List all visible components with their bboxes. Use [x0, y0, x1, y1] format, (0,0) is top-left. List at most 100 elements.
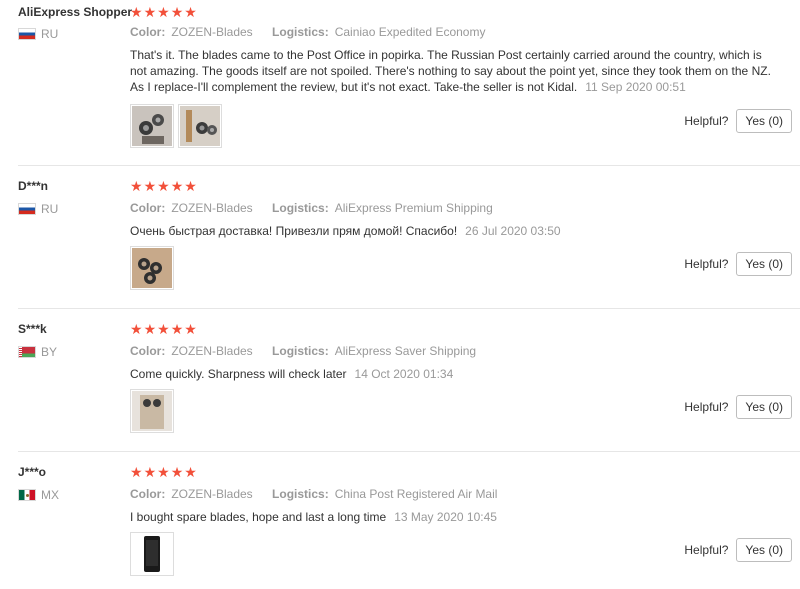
- star-icon: ★: [143, 4, 157, 20]
- review-photos: [130, 532, 174, 576]
- star-icon: ★: [170, 178, 184, 194]
- star-icon: ★: [184, 4, 197, 20]
- blades-photo-icon: [180, 106, 220, 146]
- logistics-value: China Post Registered Air Mail: [334, 487, 498, 501]
- star-icon: ★: [170, 4, 184, 20]
- logistics-key: Logistics:: [272, 201, 329, 215]
- logistics-value: Cainiao Expedited Economy: [334, 25, 486, 39]
- reviewer-name: AliExpress Shopper: [18, 5, 133, 19]
- review-photos: [130, 104, 222, 148]
- star-icon: ★: [157, 4, 170, 20]
- review-text: Очень быстрая доставка! Привезли прям до…: [130, 223, 775, 239]
- helpful-section: Helpful? Yes (0): [684, 109, 792, 133]
- reviewer-name: J***o: [18, 465, 47, 479]
- review-text: Come quickly. Sharpness will check later…: [130, 366, 775, 382]
- divider: [18, 451, 800, 452]
- review-photo-thumbnail[interactable]: [130, 389, 174, 433]
- color-value: ZOZEN-Blades: [171, 487, 253, 501]
- review-photo-thumbnail[interactable]: [130, 532, 174, 576]
- reviewer-name: S***k: [18, 322, 47, 336]
- reviewer-country: RU: [18, 27, 58, 41]
- star-icon: ★: [184, 321, 197, 337]
- star-icon: ★: [143, 321, 157, 337]
- star-rating: ★ ★ ★ ★ ★: [130, 465, 197, 479]
- helpful-label: Helpful?: [684, 400, 729, 414]
- reviewer-name: D***n: [18, 179, 49, 193]
- divider: [18, 165, 800, 166]
- helpful-yes-button[interactable]: Yes (0): [736, 395, 792, 419]
- review-body: I bought spare blades, hope and last a l…: [130, 510, 387, 524]
- review-attributes: Color: ZOZEN-Blades Logistics: China Post …: [130, 487, 513, 501]
- star-icon: ★: [184, 178, 197, 194]
- review-body: Come quickly. Sharpness will check later: [130, 367, 347, 381]
- country-code: BY: [41, 345, 58, 359]
- star-icon: ★: [130, 4, 143, 20]
- helpful-section: Helpful? Yes (0): [684, 252, 792, 276]
- country-code: RU: [41, 27, 59, 41]
- mexico-flag-icon: [18, 489, 36, 501]
- helpful-section: Helpful? Yes (0): [684, 538, 792, 562]
- review-photo-thumbnail[interactable]: [130, 104, 174, 148]
- review-time: 11 Sep 2020 00:51: [585, 80, 686, 94]
- star-icon: ★: [143, 464, 157, 480]
- country-code: RU: [41, 202, 59, 216]
- blades-photo-icon: [132, 248, 172, 288]
- helpful-section: Helpful? Yes (0): [684, 395, 792, 419]
- color-key: Color:: [130, 344, 166, 358]
- star-icon: ★: [130, 321, 143, 337]
- review-photo-thumbnail[interactable]: [130, 246, 174, 290]
- color-key: Color:: [130, 201, 166, 215]
- helpful-yes-button[interactable]: Yes (0): [736, 252, 792, 276]
- logistics-value: AliExpress Premium Shipping: [334, 201, 493, 215]
- review-time: 14 Oct 2020 01:34: [354, 367, 454, 381]
- color-value: ZOZEN-Blades: [171, 25, 253, 39]
- review-attributes: Color: ZOZEN-Blades Logistics: AliExpress …: [130, 201, 509, 215]
- star-icon: ★: [130, 178, 143, 194]
- review-photos: [130, 389, 174, 433]
- divider: [18, 308, 800, 309]
- reviewer-country: RU: [18, 202, 58, 216]
- reviewer-country: MX: [18, 488, 59, 502]
- color-key: Color:: [130, 487, 166, 501]
- review-time: 13 May 2020 10:45: [394, 510, 497, 524]
- helpful-label: Helpful?: [684, 114, 729, 128]
- logistics-key: Logistics:: [272, 487, 329, 501]
- logistics-key: Logistics:: [272, 344, 329, 358]
- star-rating: ★ ★ ★ ★ ★: [130, 322, 197, 336]
- blades-photo-icon: [132, 391, 172, 431]
- star-icon: ★: [157, 178, 170, 194]
- russia-flag-icon: [18, 203, 36, 215]
- review-body: Очень быстрая доставка! Привезли прям до…: [130, 224, 458, 238]
- reviewer-country: BY: [18, 345, 57, 359]
- review-text: I bought spare blades, hope and last a l…: [130, 509, 775, 525]
- review-attributes: Color: ZOZEN-Blades Logistics: AliExpress …: [130, 344, 492, 358]
- phone-photo-icon: [132, 534, 172, 574]
- logistics-value: AliExpress Saver Shipping: [334, 344, 477, 358]
- star-icon: ★: [143, 178, 157, 194]
- star-icon: ★: [184, 464, 197, 480]
- logistics-key: Logistics:: [272, 25, 329, 39]
- belarus-flag-icon: [18, 346, 36, 358]
- review-attributes: Color: ZOZEN-Blades Logistics: Cainiao Exp…: [130, 25, 501, 39]
- color-value: ZOZEN-Blades: [171, 201, 253, 215]
- review-text: That's it. The blades came to the Post O…: [130, 47, 775, 95]
- country-code: MX: [41, 488, 59, 502]
- star-icon: ★: [130, 464, 143, 480]
- star-rating: ★ ★ ★ ★ ★: [130, 5, 197, 19]
- helpful-yes-button[interactable]: Yes (0): [736, 109, 792, 133]
- helpful-label: Helpful?: [684, 543, 729, 557]
- helpful-label: Helpful?: [684, 257, 729, 271]
- color-value: ZOZEN-Blades: [171, 344, 253, 358]
- russia-flag-icon: [18, 28, 36, 40]
- review-photo-thumbnail[interactable]: [178, 104, 222, 148]
- star-icon: ★: [157, 321, 170, 337]
- helpful-yes-button[interactable]: Yes (0): [736, 538, 792, 562]
- color-key: Color:: [130, 25, 166, 39]
- review-time: 26 Jul 2020 03:50: [465, 224, 561, 238]
- star-icon: ★: [157, 464, 170, 480]
- review-photos: [130, 246, 174, 290]
- blades-photo-icon: [132, 106, 172, 146]
- star-icon: ★: [170, 464, 184, 480]
- star-icon: ★: [170, 321, 184, 337]
- star-rating: ★ ★ ★ ★ ★: [130, 179, 197, 193]
